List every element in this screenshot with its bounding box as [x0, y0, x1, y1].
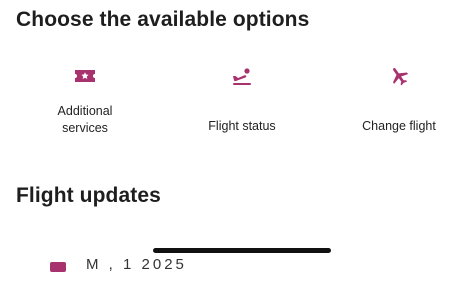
additional-services-label-line2: services — [62, 121, 108, 135]
additional-services-label-line1: Additional — [57, 104, 113, 118]
scroll-indicator[interactable] — [153, 248, 331, 253]
flight-update-date: M , 1 2025 — [86, 256, 187, 273]
additional-services-option[interactable]: Additional services — [20, 62, 150, 148]
change-flight-option[interactable]: Change flight — [334, 62, 464, 148]
flight-updates-list: M , 1 2025 — [0, 236, 471, 286]
flight-update-item[interactable]: M , 1 2025 — [50, 256, 310, 286]
flight-updates-title: Flight updates — [16, 184, 161, 207]
plane-departure-icon — [230, 64, 254, 88]
flight-status-option[interactable]: Flight status — [177, 62, 307, 148]
plane-icon — [387, 64, 411, 88]
options-row: Additional services Flight status Change… — [0, 62, 471, 152]
options-section-title: Choose the available options — [16, 8, 310, 31]
change-flight-label: Change flight — [362, 119, 436, 133]
calendar-icon — [50, 262, 66, 272]
additional-services-label: Additional services — [20, 103, 150, 137]
ticket-star-icon — [73, 64, 97, 88]
flight-status-label: Flight status — [208, 119, 276, 133]
